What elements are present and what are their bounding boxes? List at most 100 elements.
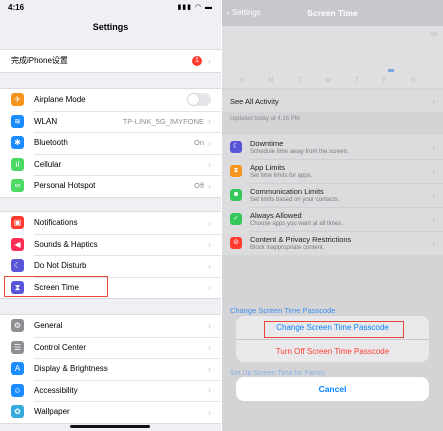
bluetooth-icon: ✱ <box>11 136 24 150</box>
option-text: Communication Limits Set limits based on … <box>250 187 432 203</box>
settings-item-general[interactable]: ⚙ General › <box>0 315 221 337</box>
airplane-icon: ✈ <box>11 93 24 107</box>
option-title: Always Allowed <box>250 211 302 220</box>
cancel-button[interactable]: Cancel <box>236 377 429 401</box>
settings-item-wallpaper[interactable]: ✿ Wallpaper › <box>0 401 221 423</box>
chart-day-label: F <box>383 78 387 84</box>
chevron-right-icon: › <box>208 55 211 66</box>
setup-label: 完成iPhone设置 <box>11 56 68 66</box>
chevron-right-icon: › <box>432 238 435 248</box>
page-title: Settings <box>92 22 129 32</box>
option-subtitle: Choose apps you want at all times. <box>250 221 344 227</box>
display-icon: A <box>11 362 24 376</box>
chart-day-label: W <box>325 78 331 84</box>
sounds-icon: ◀ <box>11 237 24 251</box>
row-value: On <box>193 138 204 148</box>
chevron-right-icon: › <box>208 342 211 353</box>
row-value: TP-LINK_5G_IMYFONE <box>122 116 204 126</box>
family-link[interactable]: Set Up Screen Time for Family <box>230 370 325 377</box>
see-all-label: See All Activity <box>230 96 279 106</box>
setup-row[interactable]: 完成iPhone设置 1 › <box>0 50 221 72</box>
see-all-row[interactable]: See All Activity › <box>222 90 443 112</box>
chevron-right-icon: › <box>208 260 211 271</box>
control-center-icon: ☰ <box>11 340 24 354</box>
row-label: Display & Brightness <box>34 364 108 374</box>
downtime-icon: ☾ <box>230 141 242 153</box>
chevron-right-icon: › <box>208 137 211 148</box>
airplane-mode-toggle[interactable] <box>187 93 211 107</box>
settings-item-wlan[interactable]: ≋ WLAN TP-LINK_5G_IMYFONE › <box>0 110 221 133</box>
settings-item-bluetooth[interactable]: ✱ Bluetooth On › <box>0 132 221 154</box>
row-label: Bluetooth <box>34 138 68 148</box>
accessibility-icon: ☺ <box>11 383 24 397</box>
chart-day-label: S <box>410 78 415 84</box>
change-passcode-link[interactable]: Change Screen Time Passcode <box>230 306 335 315</box>
option-always-allowed[interactable]: ✓ Always Allowed Choose apps you want at a… <box>222 207 443 231</box>
option-app-limits[interactable]: ⧗ App Limits Set time limits for apps. › <box>222 159 443 183</box>
option-title: Downtime <box>250 139 284 148</box>
option-subtitle: Schedule time away from the screen. <box>250 149 349 155</box>
chart-days: SMTWTFS <box>240 78 415 84</box>
option-content-privacy-restrictions[interactable]: ⊘ Content & Privacy Restrictions Block ina… <box>222 231 443 255</box>
chevron-right-icon: › <box>208 159 211 170</box>
row-label: Wallpaper <box>34 407 70 417</box>
cellular-icon: ıl <box>11 157 24 171</box>
chart-bar <box>388 69 394 72</box>
row-label: Notifications <box>34 218 78 228</box>
option-text: App Limits Set time limits for apps. <box>250 163 432 179</box>
row-label: Do Not Disturb <box>34 261 87 271</box>
row-label: Sounds & Haptics <box>34 239 98 249</box>
row-value: Off <box>194 181 204 191</box>
settings-screen: 4:16 ▮▮▮ ◠ ▬ Settings 完成iPhone设置 1 › ✈ Ai… <box>0 0 221 431</box>
wallpaper-icon: ✿ <box>11 405 24 419</box>
status-bar: 4:16 ▮▮▮ ◠ ▬ <box>0 0 221 20</box>
chevron-right-icon: › <box>208 217 211 228</box>
checkmark-icon: ✓ <box>230 213 242 225</box>
setup-badge: 1 <box>192 55 202 66</box>
updated-label: Updated today at 4:16 PM <box>230 116 300 122</box>
contacts-icon: ☻ <box>230 189 242 201</box>
chevron-right-icon: › <box>208 239 211 250</box>
settings-item-personal-hotspot[interactable]: ∞ Personal Hotspot Off › <box>0 175 221 197</box>
option-downtime[interactable]: ☾ Downtime Schedule time away from the scr… <box>222 135 443 159</box>
chevron-right-icon: › <box>208 320 211 331</box>
settings-item-sounds-haptics[interactable]: ◀ Sounds & Haptics › <box>0 233 221 256</box>
option-title: App Limits <box>250 163 286 172</box>
hotspot-icon: ∞ <box>11 179 24 193</box>
screen-time-highlight <box>4 276 108 297</box>
turn-off-passcode-button[interactable]: Turn Off Screen Time Passcode <box>236 339 429 362</box>
moon-icon: ☾ <box>11 259 24 273</box>
chevron-right-icon: › <box>208 282 211 293</box>
option-communication-limits[interactable]: ☻ Communication Limits Set limits based on… <box>222 183 443 207</box>
settings-item-display-brightness[interactable]: A Display & Brightness › <box>0 358 221 380</box>
option-text: Content & Privacy Restrictions Block inap… <box>250 235 432 251</box>
settings-item-airplane-mode[interactable]: ✈ Airplane Mode <box>0 89 221 111</box>
screen-time-screen: ‹ Settings Screen Time 0h S M T W T F S See Al… <box>222 0 443 431</box>
chevron-right-icon: › <box>432 96 435 106</box>
settings-item-notifications[interactable]: ▣ Notifications › <box>0 212 221 234</box>
see-all-section: See All Activity › <box>222 90 443 112</box>
settings-item-cellular[interactable]: ıl Cellular › <box>0 153 221 176</box>
row-label: Personal Hotspot <box>34 181 96 191</box>
home-indicator <box>70 425 150 428</box>
option-subtitle: Set time limits for apps. <box>250 173 313 179</box>
chart-day-label: M <box>268 78 274 84</box>
chevron-right-icon: › <box>208 385 211 396</box>
status-time: 4:16 <box>8 3 25 12</box>
chevron-right-icon: › <box>208 180 211 191</box>
chevron-right-icon: › <box>432 142 435 152</box>
settings-item-accessibility[interactable]: ☺ Accessibility › <box>0 379 221 402</box>
screen-time-title: Screen Time <box>307 8 358 18</box>
settings-item-control-center[interactable]: ☰ Control Center › <box>0 336 221 359</box>
option-title: Content & Privacy Restrictions <box>250 235 352 244</box>
change-passcode-highlight <box>264 321 404 338</box>
settings-item-do-not-disturb[interactable]: ☾ Do Not Disturb › <box>0 255 221 277</box>
chevron-right-icon: › <box>432 190 435 200</box>
usage-chart: 0h S M T W T F S <box>222 26 443 88</box>
gear-icon: ⚙ <box>11 319 24 333</box>
status-icons: ▮▮▮ ◠ ▬ <box>177 4 213 11</box>
chevron-right-icon: › <box>432 166 435 176</box>
option-text: Downtime Schedule time away from the scre… <box>250 139 432 155</box>
chevron-right-icon: › <box>208 116 211 127</box>
connectivity-group: ✈ Airplane Mode ≋ WLAN TP-LINK_5G_IMYFONE › ✱ B… <box>0 88 221 198</box>
